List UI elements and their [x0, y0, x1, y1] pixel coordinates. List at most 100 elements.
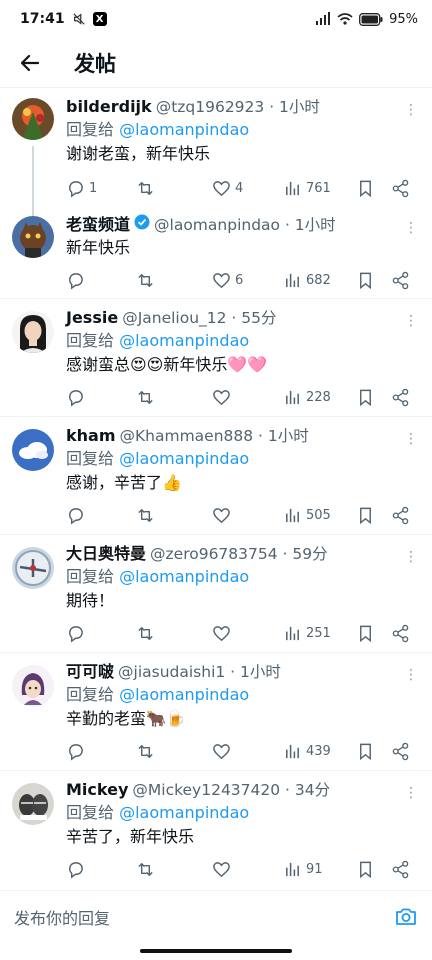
mention-link[interactable]: @laomanpindao [119, 803, 249, 822]
bookmark-icon [360, 861, 371, 878]
repost-button[interactable] [136, 860, 155, 879]
repost-icon [138, 390, 153, 404]
reply-input[interactable]: 发布你的回复 [14, 905, 394, 929]
bookmark-icon [360, 389, 371, 406]
post-text: 感谢，辛苦了👍 [66, 473, 182, 492]
repost-button[interactable] [136, 388, 155, 407]
reply-post[interactable]: Mickey @Mickey12437420 · 34分 回复给 @laoman… [0, 771, 432, 889]
avatar[interactable] [12, 783, 54, 825]
views-button[interactable]: 682 [283, 271, 331, 290]
bookmark-button[interactable] [356, 506, 375, 525]
reply-to: 回复给 @laomanpindao [66, 120, 250, 139]
avatar[interactable] [12, 665, 54, 707]
more-options-icon[interactable]: ⋮ [404, 668, 418, 682]
repost-icon [138, 626, 153, 640]
bookmark-button[interactable] [356, 388, 375, 407]
share-button[interactable] [391, 860, 410, 879]
reply-post[interactable]: 大日奥特曼 @zero96783754 · 59分 回复给 @laomanpin… [0, 535, 432, 653]
like-button[interactable] [212, 506, 235, 525]
author-name[interactable]: 大日奥特曼 [66, 543, 146, 565]
repost-button[interactable] [136, 179, 155, 198]
views-button[interactable]: 439 [283, 742, 331, 761]
views-button[interactable]: 228 [283, 388, 331, 407]
reply-to: 回复给 @laomanpindao [66, 685, 250, 704]
action-bar: 1 4 761 [66, 176, 420, 200]
reply-button[interactable] [66, 271, 89, 290]
views-button[interactable]: 251 [283, 624, 331, 643]
avatar[interactable] [12, 429, 54, 471]
reply-icon [69, 389, 83, 407]
like-button[interactable] [212, 388, 235, 407]
author-handle: @zero96783754 · 59分 [150, 545, 328, 563]
views-button[interactable]: 761 [283, 179, 331, 198]
reply-button[interactable]: 1 [66, 179, 97, 198]
camera-icon[interactable] [394, 905, 418, 929]
repost-button[interactable] [136, 271, 155, 290]
like-button[interactable] [212, 860, 235, 879]
reply-to: 回复给 @laomanpindao [66, 449, 250, 468]
like-button[interactable] [212, 742, 235, 761]
more-options-icon[interactable]: ⋮ [404, 221, 418, 235]
mention-link[interactable]: @laomanpindao [119, 685, 249, 704]
repost-button[interactable] [136, 506, 155, 525]
bookmark-button[interactable] [356, 742, 375, 761]
status-time: 17:41 [20, 11, 65, 27]
mention-link[interactable]: @laomanpindao [119, 567, 249, 586]
more-options-icon[interactable]: ⋮ [404, 432, 418, 446]
author-name[interactable]: Jessie [66, 307, 118, 329]
reply-button[interactable] [66, 506, 89, 525]
share-button[interactable] [391, 624, 410, 643]
bookmark-icon [360, 625, 371, 642]
back-button[interactable] [0, 38, 60, 88]
reply-post[interactable]: bilderdijk @tzq1962923 · 1小时 回复给 @laoman… [0, 88, 432, 220]
avatar[interactable] [12, 216, 54, 258]
reply-post[interactable]: Jessie @Janeliou_12 · 55分 回复给 @laomanpin… [0, 299, 432, 417]
share-button[interactable] [391, 271, 410, 290]
author-handle: @jiasudaishi1 · 1小时 [118, 663, 281, 681]
reply-post[interactable]: 老蛮频道 @laomanpindao · 1小时 新年快乐 ⋮ 6 682 [0, 206, 432, 299]
author-name[interactable]: Mickey [66, 779, 128, 801]
views-button[interactable]: 91 [283, 860, 323, 879]
repost-icon [138, 508, 153, 522]
more-options-icon[interactable]: ⋮ [404, 314, 418, 328]
mention-link[interactable]: @laomanpindao [119, 449, 249, 468]
reply-button[interactable] [66, 624, 89, 643]
author-name[interactable]: bilderdijk [66, 96, 152, 118]
bookmark-button[interactable] [356, 624, 375, 643]
like-button[interactable]: 4 [212, 179, 243, 198]
mention-link[interactable]: @laomanpindao [119, 120, 249, 139]
bookmark-button[interactable] [356, 271, 375, 290]
reply-post[interactable]: 可可啵 @jiasudaishi1 · 1小时 回复给 @laomanpinda… [0, 653, 432, 771]
share-button[interactable] [391, 742, 410, 761]
author-name[interactable]: kham [66, 425, 116, 447]
share-button[interactable] [391, 388, 410, 407]
like-button[interactable]: 6 [212, 271, 243, 290]
share-button[interactable] [391, 506, 410, 525]
author-name[interactable]: 老蛮频道 [66, 214, 130, 236]
avatar[interactable] [12, 547, 54, 589]
avatar[interactable] [12, 311, 54, 353]
views-button[interactable]: 505 [283, 506, 331, 525]
views-icon [286, 390, 299, 404]
reply-button[interactable] [66, 388, 89, 407]
bookmark-button[interactable] [356, 860, 375, 879]
reply-button[interactable] [66, 860, 89, 879]
avatar[interactable] [12, 98, 54, 140]
reply-button[interactable] [66, 742, 89, 761]
repost-button[interactable] [136, 624, 155, 643]
repost-button[interactable] [136, 742, 155, 761]
mention-link[interactable]: @laomanpindao [119, 331, 249, 350]
like-button[interactable] [212, 624, 235, 643]
reply-to: 回复给 @laomanpindao [66, 567, 250, 586]
reply-to: 回复给 @laomanpindao [66, 803, 250, 822]
bookmark-button[interactable] [356, 179, 375, 198]
more-options-icon[interactable]: ⋮ [404, 103, 418, 117]
more-options-icon[interactable]: ⋮ [404, 550, 418, 564]
post-text: 感谢蛮总😍😍新年快乐🩷🩷 [66, 355, 268, 374]
reply-to: 回复给 @laomanpindao [66, 331, 250, 350]
author-name[interactable]: 可可啵 [66, 661, 114, 683]
share-icon [392, 388, 409, 406]
reply-post[interactable]: kham @Khammaen888 · 1小时 回复给 @laomanpinda… [0, 417, 432, 535]
share-button[interactable] [391, 179, 410, 198]
more-options-icon[interactable]: ⋮ [404, 786, 418, 800]
